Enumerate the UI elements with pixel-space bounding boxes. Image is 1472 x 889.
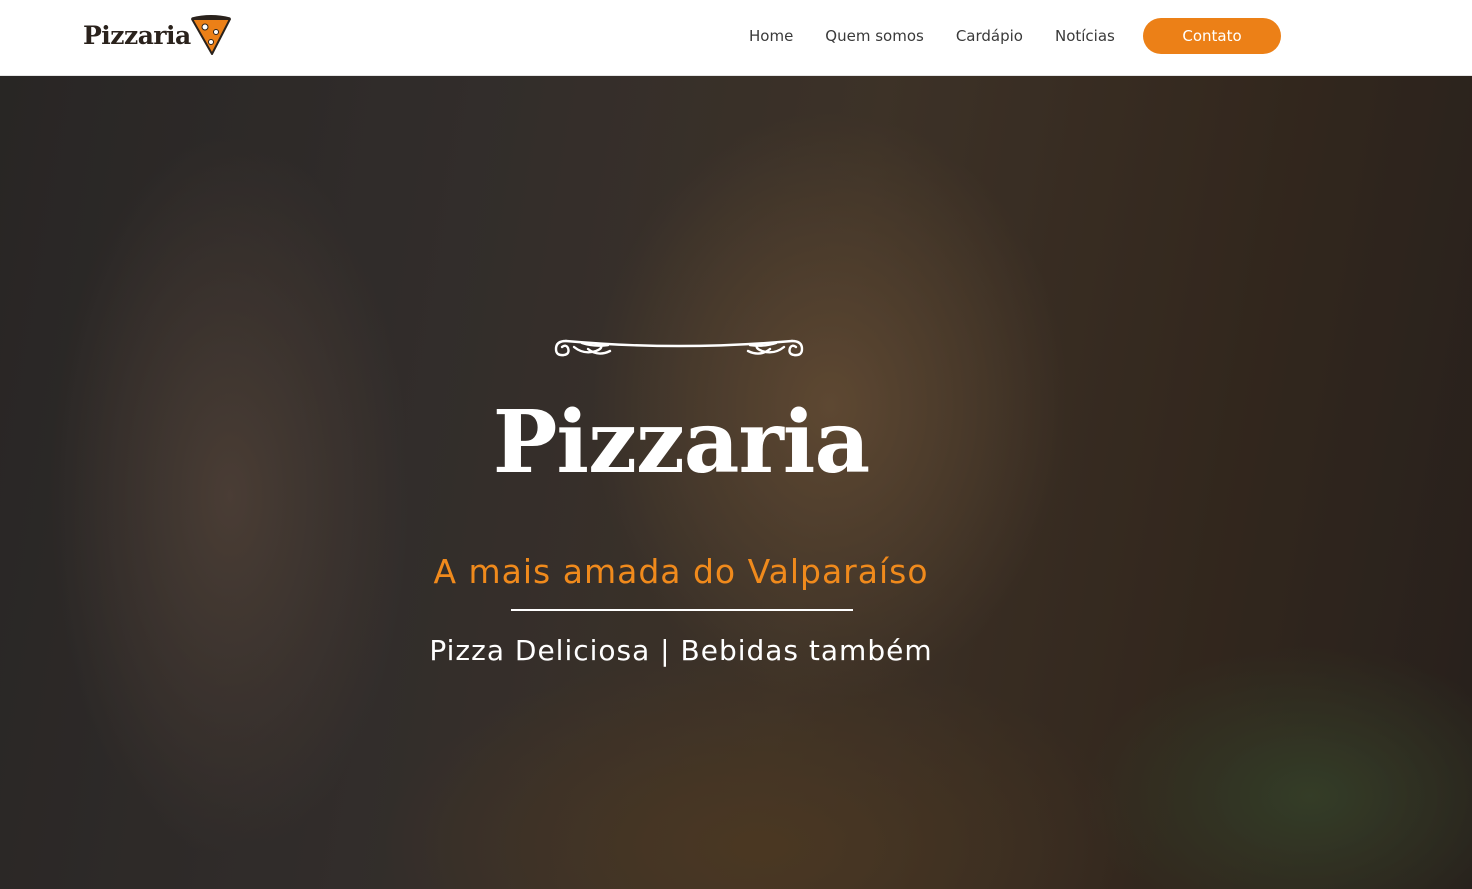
logo-text: Pizzaria [83,20,191,50]
nav-link-news[interactable]: Notícias [1055,27,1115,45]
hero-section: Pizzaria A mais amada do Valparaíso Pizz… [0,76,1472,889]
nav-link-menu[interactable]: Cardápio [956,27,1023,45]
nav-link-home[interactable]: Home [749,27,793,45]
site-logo[interactable]: Pizzaria [83,12,233,58]
hero-divider [511,609,853,611]
nav-link-about[interactable]: Quem somos [825,27,924,45]
flourish-divider-icon [554,339,804,357]
pizza-slice-icon [189,13,233,61]
hero-subtitle: A mais amada do Valparaíso [433,552,929,591]
site-header: Pizzaria Home Quem somos Cardápio Notíci… [0,0,1472,76]
hero-title: Pizzaria [492,392,870,493]
hero-tagline: Pizza Deliciosa | Bebidas também [429,634,933,667]
contact-button[interactable]: Contato [1143,18,1281,54]
main-navigation: Home Quem somos Cardápio Notícias [740,18,1147,54]
